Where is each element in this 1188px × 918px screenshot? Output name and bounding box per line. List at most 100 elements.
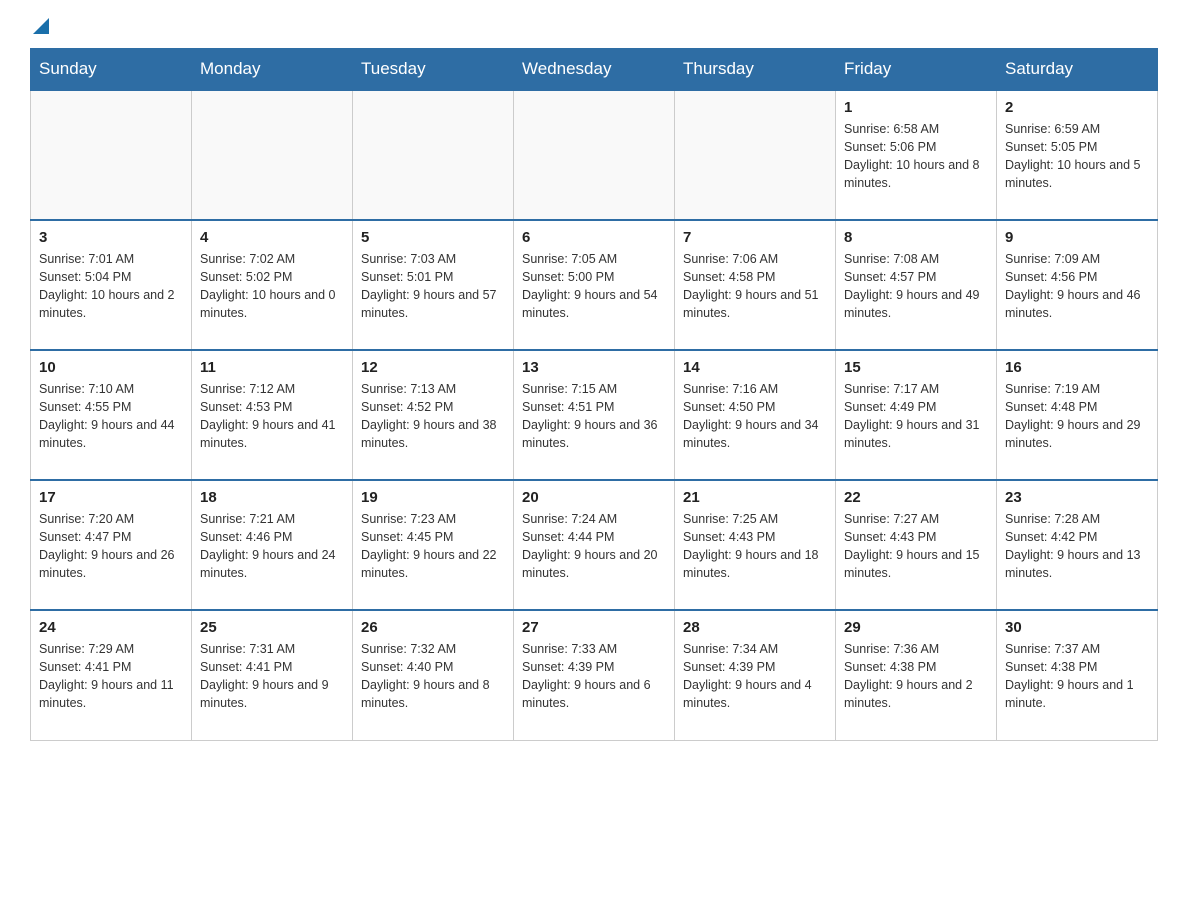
table-cell: 18 Sunrise: 7:21 AMSunset: 4:46 PMDayligh… (192, 480, 353, 610)
table-cell: 4 Sunrise: 7:02 AMSunset: 5:02 PMDaylight… (192, 220, 353, 350)
day-info: Sunrise: 7:19 AMSunset: 4:48 PMDaylight:… (1005, 380, 1149, 453)
day-info: Sunrise: 7:13 AMSunset: 4:52 PMDaylight:… (361, 380, 505, 453)
day-number: 25 (200, 619, 344, 636)
table-cell: 12 Sunrise: 7:13 AMSunset: 4:52 PMDayligh… (353, 350, 514, 480)
day-number: 12 (361, 359, 505, 376)
table-cell: 28 Sunrise: 7:34 AMSunset: 4:39 PMDayligh… (675, 610, 836, 740)
week-row-4: 17 Sunrise: 7:20 AMSunset: 4:47 PMDayligh… (31, 480, 1158, 610)
day-info: Sunrise: 7:21 AMSunset: 4:46 PMDaylight:… (200, 510, 344, 583)
table-cell: 25 Sunrise: 7:31 AMSunset: 4:41 PMDayligh… (192, 610, 353, 740)
day-number: 14 (683, 359, 827, 376)
day-info: Sunrise: 7:36 AMSunset: 4:38 PMDaylight:… (844, 640, 988, 713)
day-info: Sunrise: 7:10 AMSunset: 4:55 PMDaylight:… (39, 380, 183, 453)
day-info: Sunrise: 7:17 AMSunset: 4:49 PMDaylight:… (844, 380, 988, 453)
day-info: Sunrise: 7:37 AMSunset: 4:38 PMDaylight:… (1005, 640, 1149, 713)
day-info: Sunrise: 7:06 AMSunset: 4:58 PMDaylight:… (683, 250, 827, 323)
table-cell: 14 Sunrise: 7:16 AMSunset: 4:50 PMDayligh… (675, 350, 836, 480)
page-header (30, 20, 1158, 28)
col-tuesday: Tuesday (353, 49, 514, 91)
table-cell: 5Sunrise: 7:03 AMSunset: 5:01 PMDaylight… (353, 220, 514, 350)
col-friday: Friday (836, 49, 997, 91)
week-row-3: 10 Sunrise: 7:10 AMSunset: 4:55 PMDayligh… (31, 350, 1158, 480)
day-info: Sunrise: 7:08 AMSunset: 4:57 PMDaylight:… (844, 250, 988, 323)
col-wednesday: Wednesday (514, 49, 675, 91)
table-cell (514, 90, 675, 220)
day-info: Sunrise: 7:03 AMSunset: 5:01 PMDaylight:… (361, 250, 505, 323)
day-info: Sunrise: 6:59 AMSunset: 5:05 PMDaylight:… (1005, 120, 1149, 193)
day-number: 17 (39, 489, 183, 506)
day-info: Sunrise: 6:58 AMSunset: 5:06 PMDaylight:… (844, 120, 988, 193)
day-info: Sunrise: 7:20 AMSunset: 4:47 PMDaylight:… (39, 510, 183, 583)
day-info: Sunrise: 7:34 AMSunset: 4:39 PMDaylight:… (683, 640, 827, 713)
day-number: 1 (844, 99, 988, 116)
day-number: 18 (200, 489, 344, 506)
day-info: Sunrise: 7:24 AMSunset: 4:44 PMDaylight:… (522, 510, 666, 583)
day-number: 6 (522, 229, 666, 246)
table-cell (675, 90, 836, 220)
day-number: 13 (522, 359, 666, 376)
day-info: Sunrise: 7:33 AMSunset: 4:39 PMDaylight:… (522, 640, 666, 713)
table-cell: 2 Sunrise: 6:59 AMSunset: 5:05 PMDaylight… (997, 90, 1158, 220)
table-cell (31, 90, 192, 220)
day-info: Sunrise: 7:15 AMSunset: 4:51 PMDaylight:… (522, 380, 666, 453)
day-number: 23 (1005, 489, 1149, 506)
day-info: Sunrise: 7:12 AMSunset: 4:53 PMDaylight:… (200, 380, 344, 453)
day-info: Sunrise: 7:01 AMSunset: 5:04 PMDaylight:… (39, 250, 183, 323)
day-number: 30 (1005, 619, 1149, 636)
day-number: 24 (39, 619, 183, 636)
day-info: Sunrise: 7:31 AMSunset: 4:41 PMDaylight:… (200, 640, 344, 713)
table-cell: 27 Sunrise: 7:33 AMSunset: 4:39 PMDayligh… (514, 610, 675, 740)
day-number: 16 (1005, 359, 1149, 376)
calendar-table: Sunday Monday Tuesday Wednesday Thursday… (30, 48, 1158, 741)
table-cell: 10 Sunrise: 7:10 AMSunset: 4:55 PMDayligh… (31, 350, 192, 480)
col-sunday: Sunday (31, 49, 192, 91)
header-row: Sunday Monday Tuesday Wednesday Thursday… (31, 49, 1158, 91)
day-number: 8 (844, 229, 988, 246)
day-number: 4 (200, 229, 344, 246)
table-cell: 8 Sunrise: 7:08 AMSunset: 4:57 PMDaylight… (836, 220, 997, 350)
table-cell (192, 90, 353, 220)
day-info: Sunrise: 7:27 AMSunset: 4:43 PMDaylight:… (844, 510, 988, 583)
day-info: Sunrise: 7:02 AMSunset: 5:02 PMDaylight:… (200, 250, 344, 323)
day-number: 10 (39, 359, 183, 376)
table-cell: 7 Sunrise: 7:06 AMSunset: 4:58 PMDaylight… (675, 220, 836, 350)
day-number: 2 (1005, 99, 1149, 116)
day-info: Sunrise: 7:09 AMSunset: 4:56 PMDaylight:… (1005, 250, 1149, 323)
table-cell: 16 Sunrise: 7:19 AMSunset: 4:48 PMDayligh… (997, 350, 1158, 480)
table-cell: 1 Sunrise: 6:58 AMSunset: 5:06 PMDaylight… (836, 90, 997, 220)
table-cell: 19 Sunrise: 7:23 AMSunset: 4:45 PMDayligh… (353, 480, 514, 610)
day-number: 7 (683, 229, 827, 246)
logo-arrow-icon (33, 18, 49, 34)
table-cell (353, 90, 514, 220)
table-cell: 29 Sunrise: 7:36 AMSunset: 4:38 PMDayligh… (836, 610, 997, 740)
day-info: Sunrise: 7:23 AMSunset: 4:45 PMDaylight:… (361, 510, 505, 583)
day-number: 28 (683, 619, 827, 636)
table-cell: 6 Sunrise: 7:05 AMSunset: 5:00 PMDaylight… (514, 220, 675, 350)
col-monday: Monday (192, 49, 353, 91)
day-info: Sunrise: 7:29 AMSunset: 4:41 PMDaylight:… (39, 640, 183, 713)
day-number: 15 (844, 359, 988, 376)
day-info: Sunrise: 7:16 AMSunset: 4:50 PMDaylight:… (683, 380, 827, 453)
day-info: Sunrise: 7:32 AMSunset: 4:40 PMDaylight:… (361, 640, 505, 713)
table-cell: 13 Sunrise: 7:15 AMSunset: 4:51 PMDayligh… (514, 350, 675, 480)
day-info: Sunrise: 7:28 AMSunset: 4:42 PMDaylight:… (1005, 510, 1149, 583)
day-number: 20 (522, 489, 666, 506)
day-number: 27 (522, 619, 666, 636)
day-number: 9 (1005, 229, 1149, 246)
day-number: 29 (844, 619, 988, 636)
week-row-1: 1 Sunrise: 6:58 AMSunset: 5:06 PMDaylight… (31, 90, 1158, 220)
day-info: Sunrise: 7:05 AMSunset: 5:00 PMDaylight:… (522, 250, 666, 323)
day-number: 3 (39, 229, 183, 246)
col-saturday: Saturday (997, 49, 1158, 91)
table-cell: 20 Sunrise: 7:24 AMSunset: 4:44 PMDayligh… (514, 480, 675, 610)
table-cell: 30 Sunrise: 7:37 AMSunset: 4:38 PMDayligh… (997, 610, 1158, 740)
day-number: 19 (361, 489, 505, 506)
day-number: 21 (683, 489, 827, 506)
day-number: 26 (361, 619, 505, 636)
table-cell: 3 Sunrise: 7:01 AMSunset: 5:04 PMDaylight… (31, 220, 192, 350)
table-cell: 17 Sunrise: 7:20 AMSunset: 4:47 PMDayligh… (31, 480, 192, 610)
table-cell: 11 Sunrise: 7:12 AMSunset: 4:53 PMDayligh… (192, 350, 353, 480)
day-number: 11 (200, 359, 344, 376)
week-row-5: 24 Sunrise: 7:29 AMSunset: 4:41 PMDayligh… (31, 610, 1158, 740)
day-info: Sunrise: 7:25 AMSunset: 4:43 PMDaylight:… (683, 510, 827, 583)
